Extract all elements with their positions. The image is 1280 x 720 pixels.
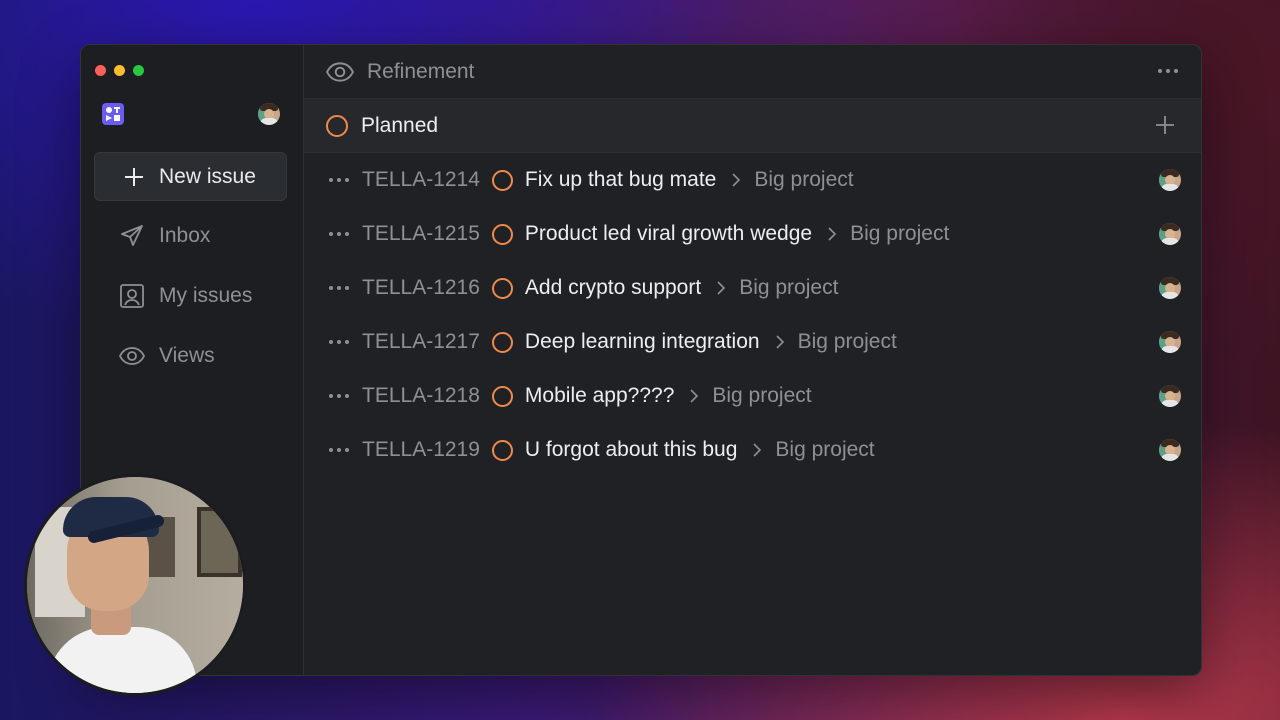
status-icon[interactable] — [491, 439, 513, 461]
sidebar-item-label: Inbox — [159, 224, 211, 247]
new-issue-label: New issue — [159, 164, 256, 188]
issue-row[interactable]: TELLA-1216 Add crypto support Big projec… — [304, 261, 1201, 315]
close-window-button[interactable] — [95, 65, 106, 76]
more-horizontal-icon[interactable] — [1157, 63, 1179, 79]
chevron-right-icon — [776, 335, 784, 349]
more-horizontal-icon[interactable] — [328, 176, 350, 184]
issue-id: TELLA-1217 — [362, 330, 480, 353]
issue-title[interactable]: U forgot about this bug — [525, 438, 737, 462]
issue-row[interactable]: TELLA-1214 Fix up that bug mate Big proj… — [304, 153, 1201, 207]
issue-project[interactable]: Big project — [739, 276, 838, 300]
issue-list: TELLA-1214 Fix up that bug mate Big proj… — [304, 153, 1201, 477]
group-header-planned: Planned — [304, 99, 1201, 153]
issue-id: TELLA-1214 — [362, 168, 480, 191]
send-icon — [121, 225, 143, 246]
eye-icon — [119, 347, 145, 365]
chevron-right-icon — [828, 227, 837, 241]
issue-row[interactable]: TELLA-1218 Mobile app???? Big project — [304, 369, 1201, 423]
add-issue-plus-icon[interactable] — [1155, 115, 1175, 135]
webcam-overlay — [24, 474, 246, 696]
issue-row[interactable]: TELLA-1219 U forgot about this bug Big p… — [304, 423, 1201, 477]
assignee-avatar[interactable] — [1159, 277, 1181, 299]
more-horizontal-icon[interactable] — [328, 392, 350, 400]
planned-status-icon — [326, 114, 348, 137]
assignee-avatar[interactable] — [1159, 331, 1181, 353]
maximize-window-button[interactable] — [133, 65, 144, 76]
issue-project[interactable]: Big project — [798, 330, 897, 354]
issue-project[interactable]: Big project — [712, 384, 811, 408]
more-horizontal-icon[interactable] — [328, 338, 350, 346]
issue-title[interactable]: Add crypto support — [525, 276, 701, 300]
issue-project[interactable]: Big project — [850, 222, 949, 246]
chevron-right-icon — [717, 281, 726, 295]
assignee-avatar[interactable] — [1159, 223, 1181, 245]
issue-project[interactable]: Big project — [754, 168, 853, 192]
status-icon[interactable] — [491, 385, 513, 407]
status-icon[interactable] — [491, 223, 513, 245]
view-header: Refinement — [304, 45, 1201, 99]
user-avatar[interactable] — [258, 103, 280, 125]
assignee-avatar[interactable] — [1159, 439, 1181, 461]
issue-id: TELLA-1215 — [362, 222, 480, 245]
app-window: New issue Inbox My issues Views Refineme… — [80, 44, 1202, 676]
status-icon[interactable] — [491, 169, 513, 191]
issue-row[interactable]: TELLA-1217 Deep learning integration Big… — [304, 315, 1201, 369]
group-name: Planned — [361, 113, 439, 137]
new-issue-button[interactable]: New issue — [94, 152, 287, 201]
issue-row[interactable]: TELLA-1215 Product led viral growth wedg… — [304, 207, 1201, 261]
main-panel: Refinement Planned TELLA-1214 Fix up tha… — [304, 45, 1201, 675]
status-icon[interactable] — [491, 277, 513, 299]
sidebar-item-views[interactable]: Views — [119, 343, 215, 369]
status-icon[interactable] — [491, 331, 513, 353]
sidebar-item-inbox[interactable]: Inbox — [119, 223, 210, 249]
chevron-right-icon — [732, 173, 741, 187]
user-square-icon — [120, 284, 144, 308]
issue-id: TELLA-1216 — [362, 276, 480, 299]
issue-title[interactable]: Mobile app???? — [525, 384, 674, 408]
eye-icon — [326, 61, 354, 82]
assignee-avatar[interactable] — [1159, 385, 1181, 407]
sidebar-item-my-issues[interactable]: My issues — [119, 283, 252, 309]
sidebar-item-label: Views — [159, 344, 215, 367]
issue-title[interactable]: Fix up that bug mate — [525, 168, 716, 192]
picture-frame — [197, 507, 242, 577]
assignee-avatar[interactable] — [1159, 169, 1181, 191]
workspace-logo-icon[interactable] — [102, 103, 124, 125]
issue-title[interactable]: Product led viral growth wedge — [525, 222, 812, 246]
more-horizontal-icon[interactable] — [328, 230, 350, 238]
chevron-right-icon — [753, 443, 762, 457]
issue-title[interactable]: Deep learning integration — [525, 330, 760, 354]
page-title: Refinement — [367, 59, 475, 83]
issue-id: TELLA-1219 — [362, 438, 480, 461]
issue-id: TELLA-1218 — [362, 384, 480, 407]
more-horizontal-icon[interactable] — [328, 284, 350, 292]
chevron-right-icon — [690, 389, 699, 403]
window-controls — [95, 65, 144, 76]
issue-project[interactable]: Big project — [775, 438, 874, 462]
sidebar-item-label: My issues — [159, 284, 253, 307]
minimize-window-button[interactable] — [114, 65, 125, 76]
plus-icon — [124, 167, 144, 187]
more-horizontal-icon[interactable] — [328, 446, 350, 454]
